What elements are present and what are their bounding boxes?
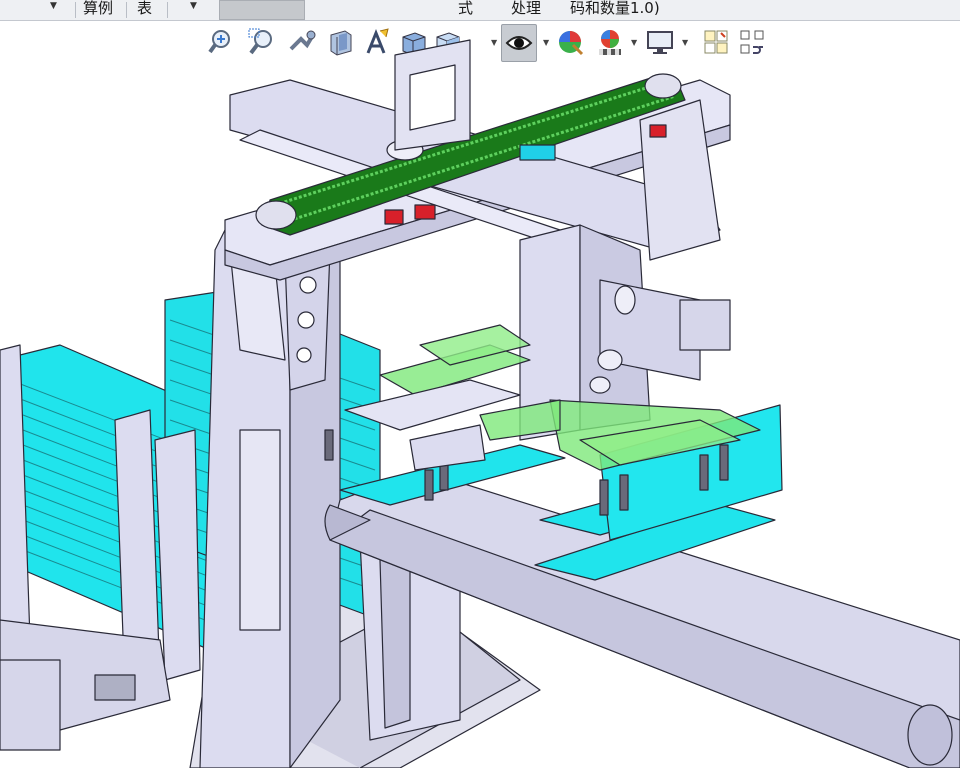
graphics-area-3d-model[interactable] [0, 20, 960, 768]
dropdown-arrow-icon[interactable]: ▼ [190, 1, 197, 11]
red-block [384, 209, 404, 225]
window-title-fragment: 码和数量1.0) [570, 0, 660, 17]
menu-item-table[interactable]: 表 [137, 0, 152, 18]
motor-housing [679, 299, 731, 351]
red-block [414, 204, 436, 220]
motor-block [94, 674, 136, 701]
pulley-left [255, 200, 297, 230]
lower-block [0, 659, 61, 751]
separator [126, 2, 127, 18]
carriage-tab [519, 144, 556, 161]
side-bracket [154, 429, 201, 681]
menu-item-study[interactable]: 算例 [83, 0, 113, 18]
inactive-field[interactable] [219, 0, 305, 20]
pulley-right [644, 73, 682, 99]
ribbon-strip: ▼ 算例 表 ▼ 式 处理 码和数量1.0) [0, 0, 960, 21]
separator [75, 2, 76, 18]
dropdown-arrow-icon[interactable]: ▼ [50, 1, 57, 11]
menu-item-formula[interactable]: 式 [458, 0, 473, 18]
column-rib [239, 429, 281, 631]
red-block [649, 124, 667, 138]
separator [167, 2, 168, 18]
menu-item-process[interactable]: 处理 [511, 0, 541, 18]
belt-roller [907, 704, 953, 766]
